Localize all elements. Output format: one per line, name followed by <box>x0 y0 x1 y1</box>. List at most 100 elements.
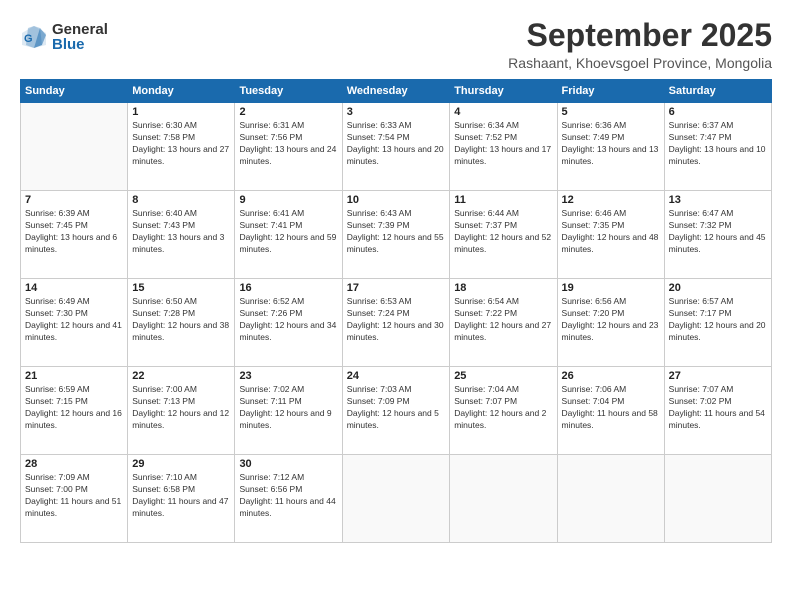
table-row: 12 Sunrise: 6:46 AMSunset: 7:35 PMDayligh… <box>557 191 664 279</box>
cell-date: 27 <box>669 370 767 382</box>
table-row: 23 Sunrise: 7:02 AMSunset: 7:11 PMDayligh… <box>235 367 342 455</box>
cell-date: 16 <box>239 282 337 294</box>
calendar-week-row: 21Sunrise: 6:59 AMSunset: 7:15 PMDayligh… <box>21 367 772 455</box>
cell-info: Sunrise: 6:49 AMSunset: 7:30 PMDaylight:… <box>25 296 123 344</box>
cell-date: 15 <box>132 282 230 294</box>
cell-date: 14 <box>25 282 123 294</box>
cell-info: Sunrise: 6:53 AMSunset: 7:24 PMDaylight:… <box>347 296 445 344</box>
cell-info: Sunrise: 7:03 AMSunset: 7:09 PMDaylight:… <box>347 384 445 432</box>
cell-date: 18 <box>454 282 552 294</box>
table-row <box>450 455 557 543</box>
table-row: 22Sunrise: 7:00 AMSunset: 7:13 PMDayligh… <box>128 367 235 455</box>
table-row: 25 Sunrise: 7:04 AMSunset: 7:07 PMDayligh… <box>450 367 557 455</box>
cell-date: 1 <box>132 106 230 118</box>
cell-date: 29 <box>132 458 230 470</box>
cell-date: 5 <box>562 106 660 118</box>
cell-date: 19 <box>562 282 660 294</box>
logo: G General Blue <box>20 22 108 52</box>
cell-info: Sunrise: 7:12 AMSunset: 6:56 PMDaylight:… <box>239 472 337 520</box>
table-row <box>557 455 664 543</box>
col-wednesday: Wednesday <box>342 80 449 103</box>
cell-date: 25 <box>454 370 552 382</box>
cell-info: Sunrise: 7:04 AMSunset: 7:07 PMDaylight:… <box>454 384 552 432</box>
cell-date: 23 <box>239 370 337 382</box>
table-row: 10Sunrise: 6:43 AMSunset: 7:39 PMDayligh… <box>342 191 449 279</box>
table-row: 11 Sunrise: 6:44 AMSunset: 7:37 PMDayligh… <box>450 191 557 279</box>
table-row: 1 Sunrise: 6:30 AMSunset: 7:58 PMDaylight… <box>128 103 235 191</box>
table-row: 8 Sunrise: 6:40 AMSunset: 7:43 PMDaylight… <box>128 191 235 279</box>
cell-info: Sunrise: 6:34 AMSunset: 7:52 PMDaylight:… <box>454 120 552 168</box>
title-block: September 2025 Rashaant, Khoevsgoel Prov… <box>508 18 772 71</box>
cell-date: 8 <box>132 194 230 206</box>
logo-general: General <box>52 22 108 37</box>
cell-info: Sunrise: 6:36 AMSunset: 7:49 PMDaylight:… <box>562 120 660 168</box>
cell-info: Sunrise: 6:31 AMSunset: 7:56 PMDaylight:… <box>239 120 337 168</box>
cell-date: 2 <box>239 106 337 118</box>
cell-date: 28 <box>25 458 123 470</box>
month-title: September 2025 <box>508 18 772 53</box>
table-row <box>21 103 128 191</box>
col-thursday: Thursday <box>450 80 557 103</box>
cell-info: Sunrise: 7:09 AMSunset: 7:00 PMDaylight:… <box>25 472 123 520</box>
table-row: 30 Sunrise: 7:12 AMSunset: 6:56 PMDayligh… <box>235 455 342 543</box>
table-row: 16 Sunrise: 6:52 AMSunset: 7:26 PMDayligh… <box>235 279 342 367</box>
col-friday: Friday <box>557 80 664 103</box>
cell-info: Sunrise: 6:41 AMSunset: 7:41 PMDaylight:… <box>239 208 337 256</box>
cell-info: Sunrise: 6:54 AMSunset: 7:22 PMDaylight:… <box>454 296 552 344</box>
cell-date: 17 <box>347 282 445 294</box>
cell-info: Sunrise: 6:57 AMSunset: 7:17 PMDaylight:… <box>669 296 767 344</box>
cell-info: Sunrise: 6:33 AMSunset: 7:54 PMDaylight:… <box>347 120 445 168</box>
location-title: Rashaant, Khoevsgoel Province, Mongolia <box>508 55 772 71</box>
logo-text: General Blue <box>52 22 108 52</box>
table-row: 26 Sunrise: 7:06 AMSunset: 7:04 PMDayligh… <box>557 367 664 455</box>
table-row: 5 Sunrise: 6:36 AMSunset: 7:49 PMDaylight… <box>557 103 664 191</box>
cell-date: 26 <box>562 370 660 382</box>
logo-icon: G <box>20 23 48 51</box>
col-sunday: Sunday <box>21 80 128 103</box>
cell-info: Sunrise: 6:30 AMSunset: 7:58 PMDaylight:… <box>132 120 230 168</box>
cell-info: Sunrise: 7:02 AMSunset: 7:11 PMDaylight:… <box>239 384 337 432</box>
cell-date: 20 <box>669 282 767 294</box>
table-row: 29Sunrise: 7:10 AMSunset: 6:58 PMDayligh… <box>128 455 235 543</box>
cell-info: Sunrise: 6:40 AMSunset: 7:43 PMDaylight:… <box>132 208 230 256</box>
cell-info: Sunrise: 6:46 AMSunset: 7:35 PMDaylight:… <box>562 208 660 256</box>
calendar-week-row: 14 Sunrise: 6:49 AMSunset: 7:30 PMDayligh… <box>21 279 772 367</box>
cell-info: Sunrise: 7:06 AMSunset: 7:04 PMDaylight:… <box>562 384 660 432</box>
cell-info: Sunrise: 6:50 AMSunset: 7:28 PMDaylight:… <box>132 296 230 344</box>
cell-info: Sunrise: 6:52 AMSunset: 7:26 PMDaylight:… <box>239 296 337 344</box>
table-row: 13 Sunrise: 6:47 AMSunset: 7:32 PMDayligh… <box>664 191 771 279</box>
table-row: 2 Sunrise: 6:31 AMSunset: 7:56 PMDaylight… <box>235 103 342 191</box>
cell-info: Sunrise: 6:37 AMSunset: 7:47 PMDaylight:… <box>669 120 767 168</box>
calendar-week-row: 1 Sunrise: 6:30 AMSunset: 7:58 PMDaylight… <box>21 103 772 191</box>
page: G General Blue September 2025 Rashaant, … <box>0 0 792 612</box>
cell-date: 12 <box>562 194 660 206</box>
col-tuesday: Tuesday <box>235 80 342 103</box>
table-row: 27Sunrise: 7:07 AMSunset: 7:02 PMDayligh… <box>664 367 771 455</box>
table-row: 20 Sunrise: 6:57 AMSunset: 7:17 PMDayligh… <box>664 279 771 367</box>
col-monday: Monday <box>128 80 235 103</box>
cell-info: Sunrise: 6:39 AMSunset: 7:45 PMDaylight:… <box>25 208 123 256</box>
calendar-week-row: 28 Sunrise: 7:09 AMSunset: 7:00 PMDayligh… <box>21 455 772 543</box>
cell-date: 22 <box>132 370 230 382</box>
table-row: 17 Sunrise: 6:53 AMSunset: 7:24 PMDayligh… <box>342 279 449 367</box>
cell-info: Sunrise: 6:44 AMSunset: 7:37 PMDaylight:… <box>454 208 552 256</box>
table-row: 19 Sunrise: 6:56 AMSunset: 7:20 PMDayligh… <box>557 279 664 367</box>
cell-date: 13 <box>669 194 767 206</box>
cell-date: 10 <box>347 194 445 206</box>
cell-info: Sunrise: 6:59 AMSunset: 7:15 PMDaylight:… <box>25 384 123 432</box>
cell-date: 7 <box>25 194 123 206</box>
calendar-header-row: Sunday Monday Tuesday Wednesday Thursday… <box>21 80 772 103</box>
cell-info: Sunrise: 6:47 AMSunset: 7:32 PMDaylight:… <box>669 208 767 256</box>
table-row: 14 Sunrise: 6:49 AMSunset: 7:30 PMDayligh… <box>21 279 128 367</box>
header: G General Blue September 2025 Rashaant, … <box>20 18 772 71</box>
calendar-week-row: 7 Sunrise: 6:39 AMSunset: 7:45 PMDaylight… <box>21 191 772 279</box>
svg-text:G: G <box>24 33 33 45</box>
col-saturday: Saturday <box>664 80 771 103</box>
cell-date: 30 <box>239 458 337 470</box>
table-row: 21Sunrise: 6:59 AMSunset: 7:15 PMDayligh… <box>21 367 128 455</box>
table-row <box>664 455 771 543</box>
cell-info: Sunrise: 6:56 AMSunset: 7:20 PMDaylight:… <box>562 296 660 344</box>
cell-date: 11 <box>454 194 552 206</box>
table-row: 18 Sunrise: 6:54 AMSunset: 7:22 PMDayligh… <box>450 279 557 367</box>
table-row: 4Sunrise: 6:34 AMSunset: 7:52 PMDaylight… <box>450 103 557 191</box>
